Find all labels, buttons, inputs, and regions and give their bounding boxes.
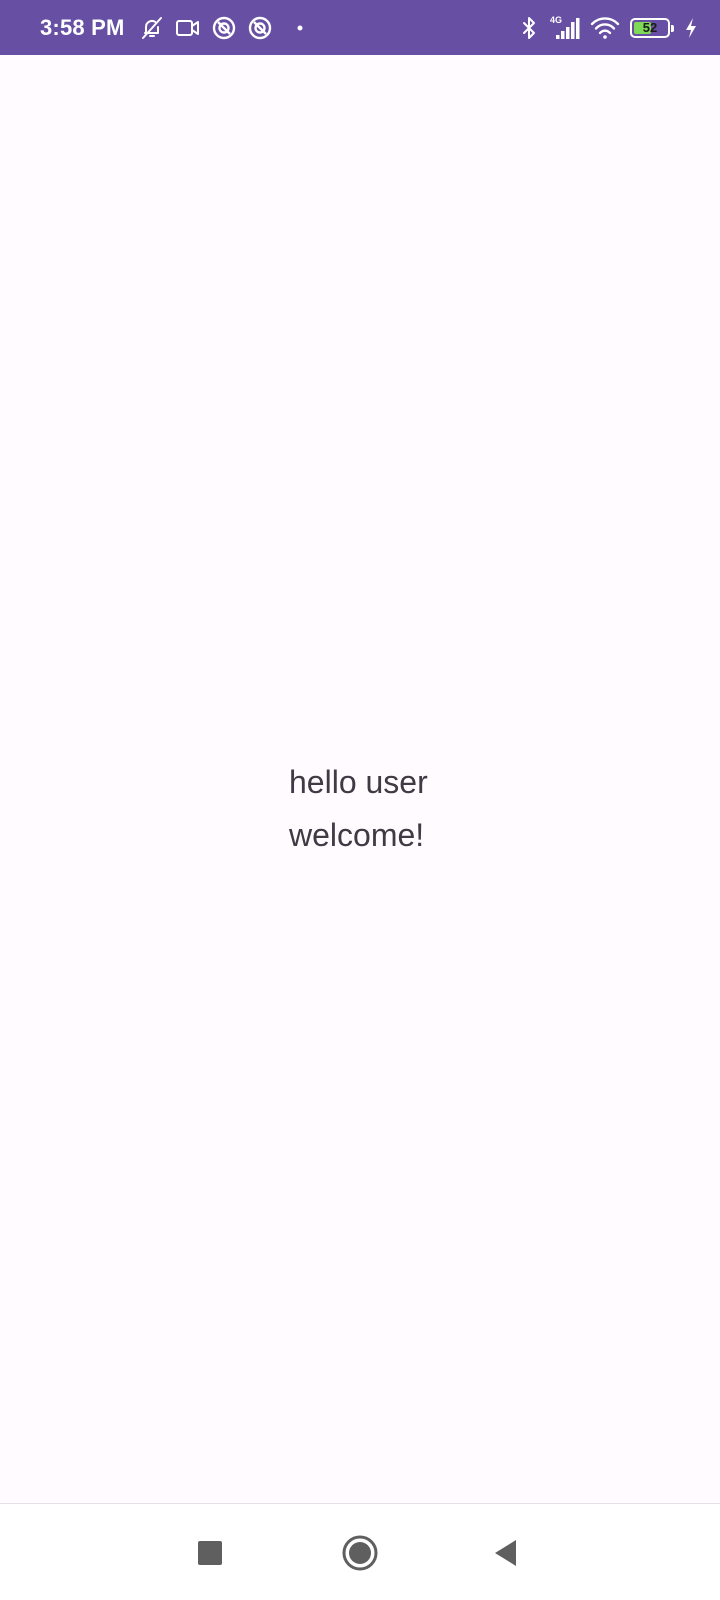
charging-bolt-icon <box>684 17 698 39</box>
battery-level: 52 <box>642 20 658 35</box>
recents-square-icon <box>198 1541 222 1565</box>
circle-slash-icon <box>211 15 237 41</box>
cellular-signal-icon: 4G <box>548 14 580 42</box>
circle-slash-icon <box>247 15 273 41</box>
recents-button[interactable] <box>188 1531 232 1575</box>
status-bar-left: 3:58 PM <box>40 0 303 55</box>
video-camera-icon <box>175 17 201 39</box>
home-circle-icon <box>342 1535 378 1571</box>
bluetooth-icon <box>520 15 538 41</box>
clock: 3:58 PM <box>40 14 125 40</box>
dot-icon <box>297 25 303 31</box>
status-bar-right: 4G 52 <box>520 0 698 55</box>
greeting-line-welcome: welcome! <box>289 817 425 853</box>
status-bar: 3:58 PM 4G 52 <box>0 0 720 55</box>
navigation-bar <box>0 1503 720 1600</box>
back-triangle-icon <box>495 1540 516 1566</box>
home-button[interactable] <box>338 1531 382 1575</box>
bell-off-icon <box>139 15 165 41</box>
battery-icon: 52 <box>630 17 674 38</box>
back-button[interactable] <box>484 1531 528 1575</box>
wifi-icon <box>590 16 620 40</box>
greeting-line-hello: hello user <box>289 764 428 800</box>
main-content: hello user welcome! <box>0 55 720 1503</box>
greeting-text: hello user welcome! <box>289 756 428 862</box>
